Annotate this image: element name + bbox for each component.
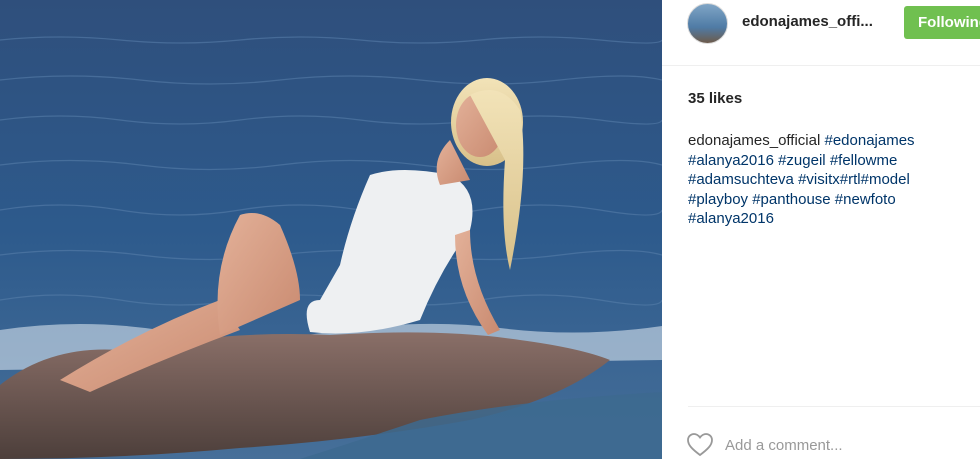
hashtag[interactable]: #newfoto bbox=[835, 191, 896, 208]
hashtag[interactable]: #rtl bbox=[840, 171, 861, 188]
hashtag[interactable]: #alanya2016 bbox=[688, 152, 774, 169]
post-photo-illustration bbox=[0, 0, 662, 459]
caption-username[interactable]: edonajames_official bbox=[688, 132, 820, 149]
hashtag[interactable]: #fellowme bbox=[830, 152, 898, 169]
comment-input[interactable] bbox=[725, 434, 965, 456]
post-header: edonajames_offi... Following bbox=[662, 0, 980, 66]
hashtag[interactable]: #zugeil bbox=[778, 152, 826, 169]
hashtag[interactable]: #visitx bbox=[798, 171, 840, 188]
username-link[interactable]: edonajames_offi... bbox=[742, 13, 873, 30]
comment-bar bbox=[686, 406, 980, 459]
hashtag[interactable]: #panthouse bbox=[752, 191, 830, 208]
hashtag[interactable]: #adamsuchteva bbox=[688, 171, 794, 188]
hashtag[interactable]: #alanya2016 bbox=[688, 210, 774, 227]
hashtag[interactable]: #model bbox=[861, 171, 910, 188]
following-button[interactable]: Following bbox=[904, 6, 980, 39]
post-sidebar: edonajames_offi... Following 35 likes ed… bbox=[662, 0, 980, 459]
hashtag[interactable]: #playboy bbox=[688, 191, 748, 208]
hashtag[interactable]: #edonajames bbox=[824, 132, 914, 149]
post-photo[interactable] bbox=[0, 0, 662, 459]
avatar[interactable] bbox=[687, 3, 728, 44]
likes-count[interactable]: 35 likes bbox=[688, 90, 742, 107]
heart-outline-icon[interactable] bbox=[686, 432, 714, 457]
caption: edonajames_official #edonajames #alanya2… bbox=[688, 131, 958, 229]
